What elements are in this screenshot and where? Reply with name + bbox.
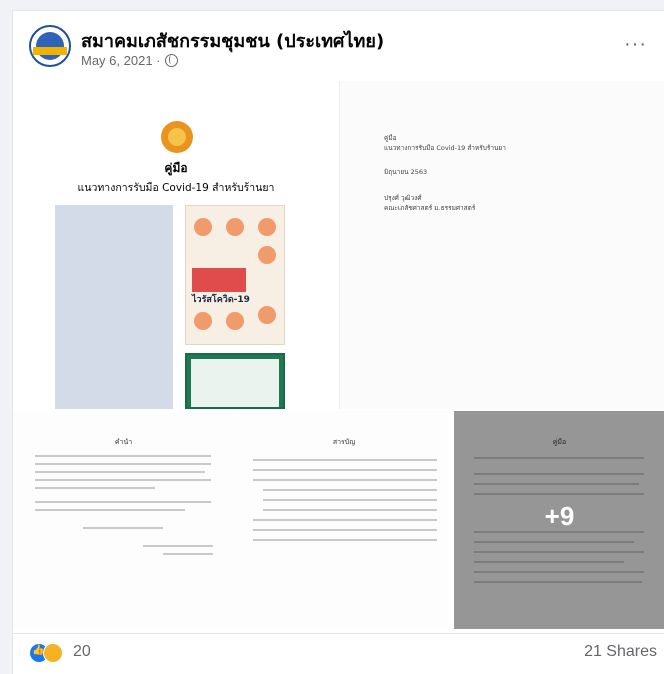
toc-line bbox=[263, 499, 437, 501]
seal-icon bbox=[161, 121, 193, 153]
text-line bbox=[143, 545, 213, 547]
toc-line bbox=[253, 519, 437, 521]
post-timestamp[interactable]: May 6, 2021 · bbox=[81, 53, 178, 68]
poster-illustration bbox=[226, 218, 244, 236]
poster-image: ไวรัสโควิด-19 bbox=[185, 205, 285, 345]
photo-tile-3[interactable]: คำนำ bbox=[13, 411, 234, 629]
page-4-title: สารบัญ bbox=[332, 438, 356, 446]
info-line: คณะเภสัชศาสตร์ ม.ธรรมศาสตร์ bbox=[384, 204, 476, 212]
cover-image-block bbox=[55, 205, 173, 409]
info-line: มิถุนายน 2563 bbox=[384, 168, 428, 176]
page-name-link[interactable]: สมาคมเภสัชกรรมชุมชน (ประเทศไทย) bbox=[81, 26, 384, 55]
info-line: คู่มือ bbox=[384, 134, 397, 142]
toc-line bbox=[263, 489, 437, 491]
photo-tile-4[interactable]: สารบัญ bbox=[235, 411, 453, 629]
poster-title: ไวรัสโควิด-19 bbox=[192, 295, 250, 305]
post-date-text[interactable]: May 6, 2021 · bbox=[81, 53, 161, 68]
text-line bbox=[35, 487, 155, 489]
photo-grid: คู่มือ แนวทางการรับมือ Covid-19 สำหรับร้… bbox=[13, 81, 664, 629]
logo-band bbox=[33, 47, 67, 55]
more-options-button[interactable]: ··· bbox=[624, 33, 647, 56]
text-line bbox=[35, 463, 211, 465]
page-avatar[interactable] bbox=[29, 25, 71, 67]
logo-icon bbox=[36, 32, 64, 60]
info-line: แนวทางการรับมือ Covid-19 สำหรับร้านยา bbox=[384, 144, 506, 152]
toc-line bbox=[253, 469, 437, 471]
text-line bbox=[35, 509, 185, 511]
reactions-button[interactable] bbox=[29, 643, 67, 663]
shares-count[interactable]: 21 Shares bbox=[584, 643, 657, 661]
poster-2-image bbox=[185, 353, 285, 409]
post-header: สมาคมเภสัชกรรมชุมชน (ประเทศไทย) May 6, 2… bbox=[13, 11, 664, 81]
text-line bbox=[35, 455, 211, 457]
photo-tile-1[interactable]: คู่มือ แนวทางการรับมือ Covid-19 สำหรับร้… bbox=[13, 81, 340, 409]
text-line bbox=[35, 471, 205, 473]
post-footer: 20 21 Shares bbox=[13, 633, 664, 670]
care-reaction-icon bbox=[43, 643, 63, 663]
cover-subtitle: แนวทางการรับมือ Covid-19 สำหรับร้านยา bbox=[77, 182, 275, 194]
photo-tile-5[interactable]: คู่มือ +9 bbox=[454, 411, 664, 629]
poster-illustration bbox=[226, 312, 244, 330]
text-line bbox=[35, 479, 211, 481]
poster-illustration bbox=[194, 312, 212, 330]
text-line bbox=[35, 501, 211, 503]
cover-heading: คู่มือ bbox=[164, 161, 188, 175]
globe-icon bbox=[164, 54, 178, 67]
poster-illustration bbox=[258, 246, 276, 264]
photo-tile-2[interactable]: คู่มือ แนวทางการรับมือ Covid-19 สำหรับร้… bbox=[340, 81, 664, 409]
toc-line bbox=[263, 509, 437, 511]
page-3-title: คำนำ bbox=[114, 438, 133, 446]
poster-illustration bbox=[258, 306, 276, 324]
toc-line bbox=[253, 539, 437, 541]
text-line bbox=[163, 553, 213, 555]
poster-2-inner bbox=[191, 359, 279, 407]
reaction-count[interactable]: 20 bbox=[73, 643, 91, 661]
poster-banner bbox=[192, 268, 246, 292]
toc-line bbox=[253, 459, 437, 461]
poster-illustration bbox=[258, 218, 276, 236]
more-photos-count[interactable]: +9 bbox=[454, 501, 664, 532]
poster-illustration bbox=[194, 218, 212, 236]
text-line bbox=[83, 527, 163, 529]
toc-line bbox=[253, 479, 437, 481]
info-line: ปรุงศ์ วุฒิวงศ์ bbox=[384, 194, 422, 202]
toc-line bbox=[253, 529, 437, 531]
post-card: สมาคมเภสัชกรรมชุมชน (ประเทศไทย) May 6, 2… bbox=[12, 10, 664, 674]
